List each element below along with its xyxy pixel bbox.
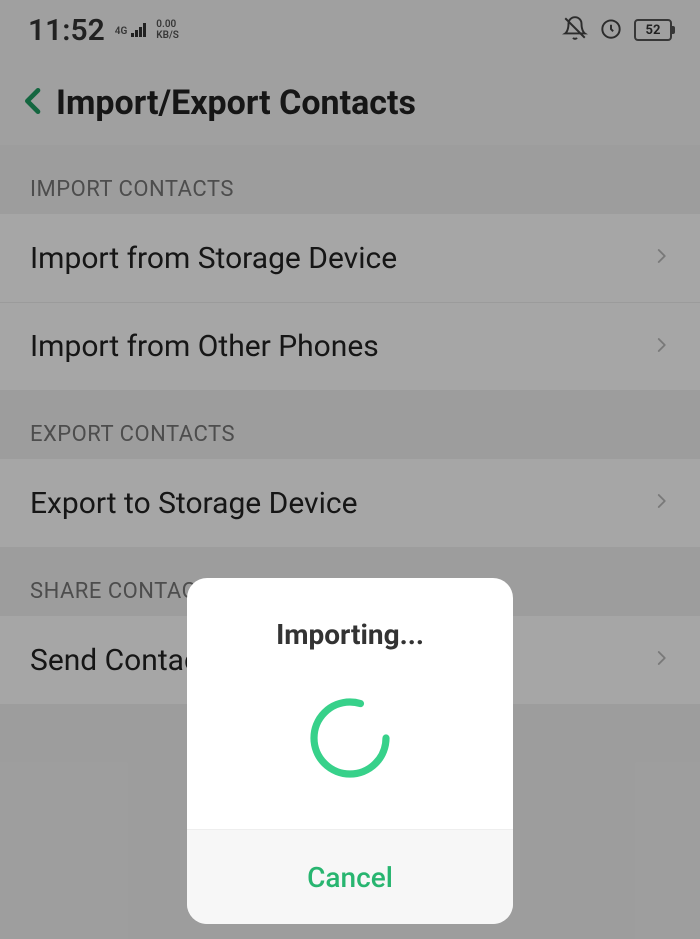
cancel-button[interactable]: Cancel xyxy=(187,829,513,924)
modal-overlay: Importing... Cancel xyxy=(0,0,700,939)
spinner-icon xyxy=(305,693,395,787)
importing-dialog: Importing... Cancel xyxy=(187,578,513,924)
dialog-title: Importing... xyxy=(276,618,424,651)
